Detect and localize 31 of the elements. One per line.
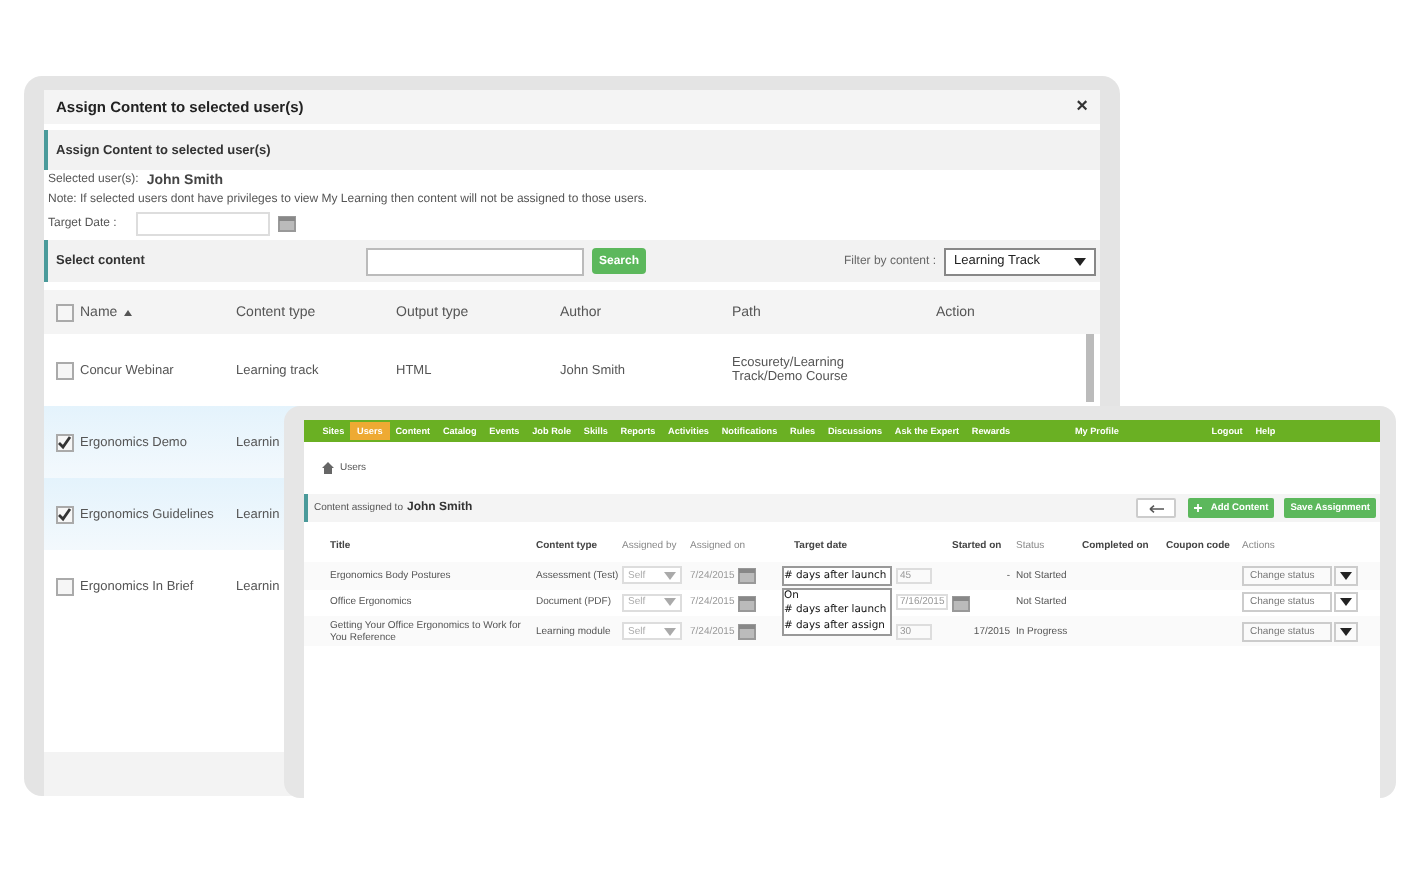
caret-icon [1340, 571, 1352, 580]
scrollbar[interactable] [1086, 334, 1094, 402]
dropdown-toggle[interactable] [1334, 565, 1358, 586]
home-icon[interactable] [322, 462, 334, 474]
dropdown-toggle[interactable] [1334, 621, 1358, 641]
back-button[interactable] [1136, 498, 1176, 518]
checkbox[interactable] [56, 361, 74, 379]
close-button[interactable]: × [1076, 96, 1088, 118]
calendar-icon[interactable] [952, 593, 971, 612]
sort-icon[interactable] [123, 309, 132, 315]
caret-icon [664, 571, 676, 580]
checkbox[interactable] [56, 433, 74, 451]
caret-icon [1074, 257, 1086, 265]
caret-icon [1340, 627, 1352, 635]
checkbox[interactable] [56, 577, 74, 595]
date-field[interactable] [136, 211, 271, 235]
calendar-icon[interactable] [278, 214, 297, 232]
calendar-icon[interactable] [738, 593, 757, 612]
dropdown-toggle[interactable] [1334, 592, 1358, 613]
check-icon [56, 433, 74, 449]
caret-icon [664, 627, 676, 635]
checkbox[interactable] [56, 505, 74, 523]
caret-icon [1340, 598, 1352, 607]
plus-icon [1194, 504, 1202, 512]
calendar-icon[interactable] [738, 566, 757, 585]
calendar-icon[interactable] [738, 622, 757, 640]
checkbox[interactable] [56, 303, 74, 321]
arrow-icon [1147, 503, 1165, 513]
check-icon [56, 505, 74, 521]
search-field[interactable] [366, 247, 584, 275]
caret-icon [664, 598, 676, 607]
